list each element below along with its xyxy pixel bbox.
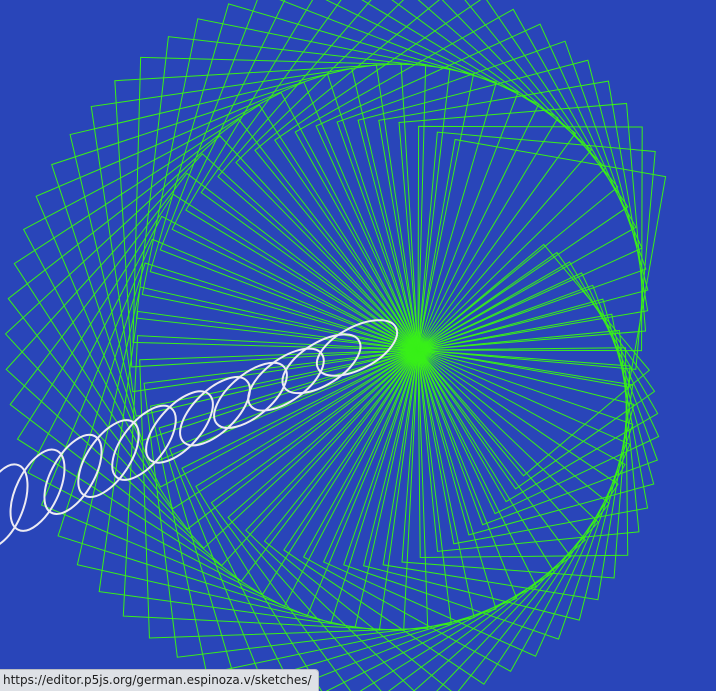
link-status-bar: https://editor.p5js.org/german.espinoza.… [0,669,319,691]
sketch-canvas [0,0,716,691]
status-url: https://editor.p5js.org/german.espinoza.… [3,673,312,687]
sketch-canvas-area [0,0,716,691]
